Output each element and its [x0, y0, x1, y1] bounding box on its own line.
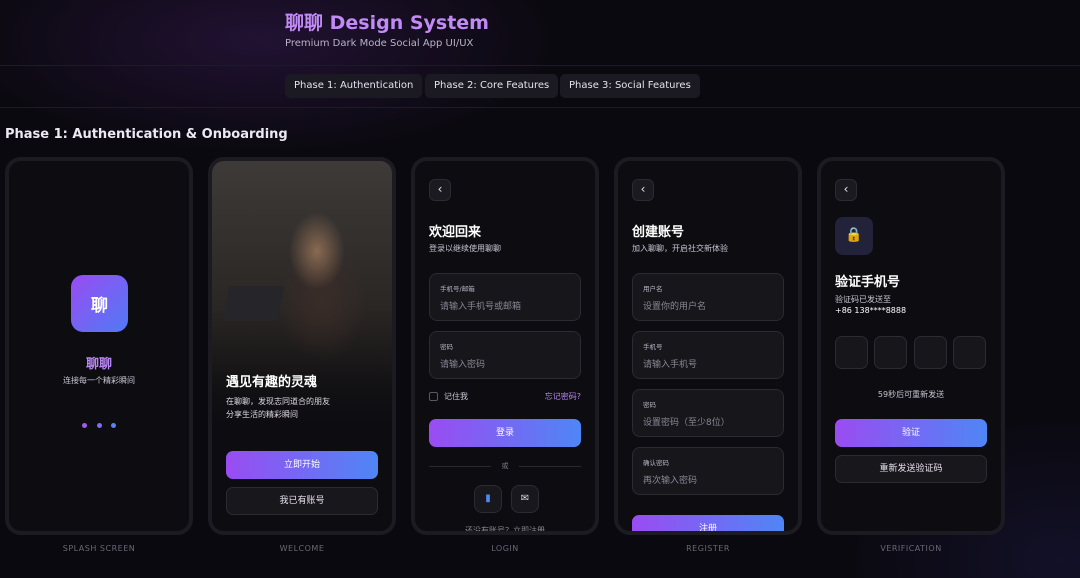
mail-icon: ✉ [520, 493, 530, 504]
phone-field[interactable]: 手机号 请输入手机号 [632, 331, 784, 379]
phone-welcome: 遇见有趣的灵魂 在聊聊，发现志同道合的朋友 分享生活的精彩瞬间 立即开始 我已有… [208, 157, 396, 535]
register-title: 创建账号 [632, 225, 685, 240]
code-digit-input[interactable] [835, 336, 868, 369]
field-label: 密码 [643, 401, 656, 409]
phone-verification: ‹ 🔒 验证手机号 验证码已发送至 +86 138****8888 59秒后可重… [817, 157, 1005, 535]
account-field[interactable]: 手机号/邮箱 请输入手机号或邮箱 [429, 273, 581, 321]
field-placeholder: 设置你的用户名 [643, 302, 707, 312]
verify-button[interactable]: 验证 [835, 419, 987, 447]
welcome-description: 在聊聊，发现志同道合的朋友 分享生活的精彩瞬间 [226, 395, 366, 421]
field-label: 密码 [440, 343, 453, 351]
loading-dot [82, 423, 88, 428]
verify-title: 验证手机号 [835, 275, 901, 290]
register-button[interactable]: 注册 [632, 515, 784, 531]
login-button[interactable]: 登录 [429, 419, 581, 447]
field-label: 手机号/邮箱 [440, 285, 475, 293]
code-digit-input[interactable] [874, 336, 907, 369]
caption-splash: SPLASH SCREEN [62, 544, 136, 553]
field-placeholder: 再次输入密码 [643, 476, 698, 486]
tab-phase-1[interactable]: Phase 1: Authentication [285, 74, 423, 98]
caption-verification: VERIFICATION [880, 544, 942, 553]
phone-login-button[interactable]: ▮ [474, 485, 502, 513]
resend-timer: 59秒后可重新发送 [877, 390, 945, 399]
caption-welcome: WELCOME [279, 544, 325, 553]
resend-code-button[interactable]: 重新发送验证码 [835, 455, 987, 483]
page-header: 聊聊 Design System Premium Dark Mode Socia… [0, 0, 1080, 66]
tab-phase-2[interactable]: Phase 2: Core Features [425, 74, 559, 98]
lock-icon: 🔒 [835, 217, 873, 255]
remember-label: 记住我 [444, 392, 468, 401]
have-account-button[interactable]: 我已有账号 [226, 487, 378, 515]
confirm-password-field[interactable]: 确认密码 再次输入密码 [632, 447, 784, 495]
field-label: 手机号 [643, 343, 663, 351]
app-logo: 聊 [71, 275, 128, 332]
laptop-shape [222, 286, 285, 321]
splash-tagline: 连接每一个精彩瞬间 [63, 376, 135, 385]
verify-subtitle: 验证码已发送至 [835, 295, 891, 304]
register-subtitle: 加入聊聊，开启社交新体验 [632, 244, 728, 253]
back-button[interactable]: ‹ [835, 179, 857, 201]
field-placeholder: 请输入密码 [440, 360, 486, 370]
register-prompt[interactable]: 还没有账号？立即注册 [415, 525, 595, 531]
splash-app-name: 聊聊 [85, 357, 112, 372]
login-subtitle: 登录以继续使用聊聊 [429, 244, 501, 253]
welcome-desc-line: 在聊聊，发现志同道合的朋友 [226, 397, 330, 406]
app-subtitle: Premium Dark Mode Social App UI/UX [285, 38, 474, 49]
remember-checkbox[interactable] [429, 392, 438, 401]
back-button[interactable]: ‹ [429, 179, 451, 201]
section-title: Phase 1: Authentication & Onboarding [5, 127, 288, 142]
field-placeholder: 请输入手机号 [643, 360, 698, 370]
phone-login: ‹ 欢迎回来 登录以继续使用聊聊 手机号/邮箱 请输入手机号或邮箱 密码 请输入… [411, 157, 599, 535]
code-digit-input[interactable] [953, 336, 986, 369]
phone-icon: ▮ [485, 493, 491, 504]
phase-nav: Phase 1: Authentication Phase 2: Core Fe… [0, 66, 1080, 108]
field-label: 确认密码 [643, 459, 669, 467]
loading-dot [96, 423, 102, 428]
field-label: 用户名 [643, 285, 663, 293]
code-digit-input[interactable] [914, 336, 947, 369]
app-title: 聊聊 Design System [285, 12, 489, 34]
phone-register: ‹ 创建账号 加入聊聊，开启社交新体验 用户名 设置你的用户名 手机号 请输入手… [614, 157, 802, 535]
loading-dot [110, 423, 116, 428]
login-title: 欢迎回来 [429, 225, 482, 240]
lock-glyph: 🔒 [845, 227, 863, 243]
back-button[interactable]: ‹ [632, 179, 654, 201]
loading-dots [9, 413, 189, 432]
welcome-desc-line: 分享生活的精彩瞬间 [226, 410, 298, 419]
field-placeholder: 请输入手机号或邮箱 [440, 302, 522, 312]
password-field[interactable]: 密码 设置密码（至少8位） [632, 389, 784, 437]
mail-login-button[interactable]: ✉ [511, 485, 539, 513]
get-started-button[interactable]: 立即开始 [226, 451, 378, 479]
password-field[interactable]: 密码 请输入密码 [429, 331, 581, 379]
divider-line [519, 466, 581, 467]
forgot-password-link[interactable]: 忘记密码? [545, 391, 581, 402]
welcome-title: 遇见有趣的灵魂 [226, 375, 318, 390]
caption-register: REGISTER [686, 544, 730, 553]
field-placeholder: 设置密码（至少8位） [643, 418, 730, 428]
verify-phone-number: +86 138****8888 [835, 306, 907, 315]
username-field[interactable]: 用户名 设置你的用户名 [632, 273, 784, 321]
caption-login: LOGIN [491, 544, 519, 553]
phone-splash: 聊 聊聊 连接每一个精彩瞬间 [5, 157, 193, 535]
tab-phase-3[interactable]: Phase 3: Social Features [560, 74, 700, 98]
